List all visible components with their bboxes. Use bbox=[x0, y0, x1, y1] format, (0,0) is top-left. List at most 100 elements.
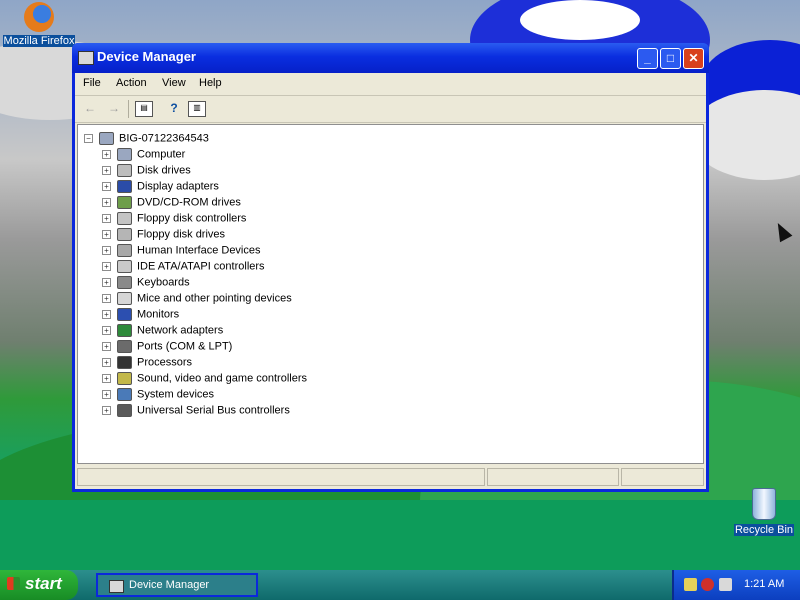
expand-icon[interactable]: + bbox=[102, 374, 111, 383]
expand-icon[interactable]: + bbox=[102, 358, 111, 367]
floppy-drive-icon bbox=[117, 228, 132, 241]
properties-icon[interactable]: ? bbox=[166, 101, 182, 115]
expand-icon[interactable]: + bbox=[102, 150, 111, 159]
taskbar-button-label: Device Manager bbox=[129, 579, 210, 591]
forward-arrow-icon[interactable]: → bbox=[106, 101, 122, 115]
firefox-icon bbox=[24, 2, 54, 32]
hid-icon bbox=[117, 244, 132, 257]
menu-bar: File Action View Help bbox=[75, 73, 706, 93]
desktop-icon-label: Mozilla Firefox bbox=[2, 35, 76, 47]
sound-icon bbox=[117, 372, 132, 385]
computer-icon bbox=[117, 148, 132, 161]
desktop-icon-firefox[interactable]: Mozilla Firefox bbox=[2, 2, 76, 47]
device-category-row[interactable]: + Floppy disk drives bbox=[102, 228, 225, 244]
device-category-row[interactable]: + IDE ATA/ATAPI controllers bbox=[102, 260, 265, 276]
collapse-icon[interactable]: − bbox=[84, 134, 93, 143]
device-category-row[interactable]: + Processors bbox=[102, 356, 192, 372]
device-category-label: Sound, video and game controllers bbox=[137, 372, 307, 385]
device-category-row[interactable]: + Sound, video and game controllers bbox=[102, 372, 307, 388]
device-category-row[interactable]: + Monitors bbox=[102, 308, 179, 324]
port-icon bbox=[117, 340, 132, 353]
wallpaper-hill bbox=[0, 500, 800, 570]
menu-action[interactable]: Action bbox=[116, 77, 147, 89]
close-button[interactable]: ✕ bbox=[683, 48, 704, 69]
tray-user-icon[interactable] bbox=[684, 578, 697, 591]
menu-help[interactable]: Help bbox=[199, 77, 222, 89]
display-adapter-icon bbox=[117, 180, 132, 193]
back-arrow-icon[interactable]: ← bbox=[82, 101, 98, 115]
device-manager-window: Device Manager _ □ ✕ File Action View He… bbox=[72, 43, 709, 492]
taskbar-button-device-manager[interactable]: Device Manager bbox=[96, 573, 258, 597]
taskbar: start Device Manager 1:21 AM bbox=[0, 570, 800, 600]
start-label: start bbox=[25, 574, 62, 593]
device-category-label: Display adapters bbox=[137, 180, 219, 193]
mouse-icon bbox=[117, 292, 132, 305]
expand-icon[interactable]: + bbox=[102, 390, 111, 399]
minimize-button[interactable]: _ bbox=[637, 48, 658, 69]
device-category-label: Universal Serial Bus controllers bbox=[137, 404, 290, 417]
device-category-row[interactable]: + Mice and other pointing devices bbox=[102, 292, 292, 308]
device-category-label: Processors bbox=[137, 356, 193, 369]
device-category-row[interactable]: + Universal Serial Bus controllers bbox=[102, 404, 290, 420]
expand-icon[interactable]: + bbox=[102, 278, 111, 287]
window-title: Device Manager bbox=[97, 49, 196, 64]
device-category-label: Keyboards bbox=[137, 276, 190, 289]
system-device-icon bbox=[117, 388, 132, 401]
maximize-button[interactable]: □ bbox=[660, 48, 681, 69]
device-category-row[interactable]: + Human Interface Devices bbox=[102, 244, 261, 260]
expand-icon[interactable]: + bbox=[102, 406, 111, 415]
device-category-row[interactable]: + Disk drives bbox=[102, 164, 191, 180]
expand-icon[interactable]: + bbox=[102, 246, 111, 255]
show-hide-console-tree-icon[interactable]: ▤ bbox=[135, 101, 153, 117]
device-category-row[interactable]: + Network adapters bbox=[102, 324, 223, 340]
device-category-row[interactable]: + DVD/CD-ROM drives bbox=[102, 196, 241, 212]
device-category-label: Monitors bbox=[137, 308, 180, 321]
device-category-label: Computer bbox=[137, 148, 186, 161]
expand-icon[interactable]: + bbox=[102, 166, 111, 175]
desktop-icon-recycle-bin[interactable]: Recycle Bin bbox=[727, 488, 800, 536]
status-bar bbox=[75, 465, 706, 487]
expand-icon[interactable]: + bbox=[102, 342, 111, 351]
device-category-row[interactable]: + Display adapters bbox=[102, 180, 219, 196]
expand-icon[interactable]: + bbox=[102, 326, 111, 335]
menu-view[interactable]: View bbox=[162, 77, 186, 89]
expand-icon[interactable]: + bbox=[102, 182, 111, 191]
processor-icon bbox=[117, 356, 132, 369]
device-category-row[interactable]: + Computer bbox=[102, 148, 185, 164]
device-category-label: Human Interface Devices bbox=[137, 244, 261, 257]
device-manager-icon bbox=[78, 51, 94, 65]
expand-icon[interactable]: + bbox=[102, 310, 111, 319]
expand-icon[interactable]: + bbox=[102, 230, 111, 239]
expand-icon[interactable]: + bbox=[102, 294, 111, 303]
wallpaper-cloud bbox=[520, 0, 640, 40]
device-category-label: Ports (COM & LPT) bbox=[137, 340, 233, 353]
tree-root[interactable]: − BIG-07122364543 bbox=[84, 132, 209, 148]
tree-root-label: BIG-07122364543 bbox=[119, 132, 209, 145]
start-button[interactable]: start bbox=[0, 570, 78, 600]
menu-file[interactable]: File bbox=[83, 77, 101, 89]
disk-drive-icon bbox=[117, 164, 132, 177]
toolbar-separator bbox=[128, 100, 129, 118]
status-pane bbox=[77, 468, 485, 486]
update-driver-icon[interactable]: ▥ bbox=[188, 101, 206, 117]
monitor-icon bbox=[117, 308, 132, 321]
device-category-row[interactable]: + Floppy disk controllers bbox=[102, 212, 246, 228]
recycle-bin-icon bbox=[752, 488, 776, 520]
status-pane bbox=[487, 468, 619, 486]
device-category-label: IDE ATA/ATAPI controllers bbox=[137, 260, 265, 273]
expand-icon[interactable]: + bbox=[102, 198, 111, 207]
title-bar[interactable]: Device Manager _ □ ✕ bbox=[72, 43, 709, 73]
device-category-row[interactable]: + Keyboards bbox=[102, 276, 190, 292]
status-pane bbox=[621, 468, 704, 486]
device-tree[interactable]: − BIG-07122364543 + Computer + Disk drives + D… bbox=[77, 124, 704, 464]
device-category-row[interactable]: + Ports (COM & LPT) bbox=[102, 340, 232, 356]
tray-security-icon[interactable] bbox=[701, 578, 714, 591]
expand-icon[interactable]: + bbox=[102, 214, 111, 223]
expand-icon[interactable]: + bbox=[102, 262, 111, 271]
dvd-drive-icon bbox=[117, 196, 132, 209]
device-category-label: System devices bbox=[137, 388, 215, 401]
tray-network-icon[interactable] bbox=[719, 578, 732, 591]
device-category-label: Network adapters bbox=[137, 324, 224, 337]
window-client-area: File Action View Help ← → ▤ ? ▥ − BIG-071… bbox=[75, 73, 706, 489]
device-category-row[interactable]: + System devices bbox=[102, 388, 214, 404]
